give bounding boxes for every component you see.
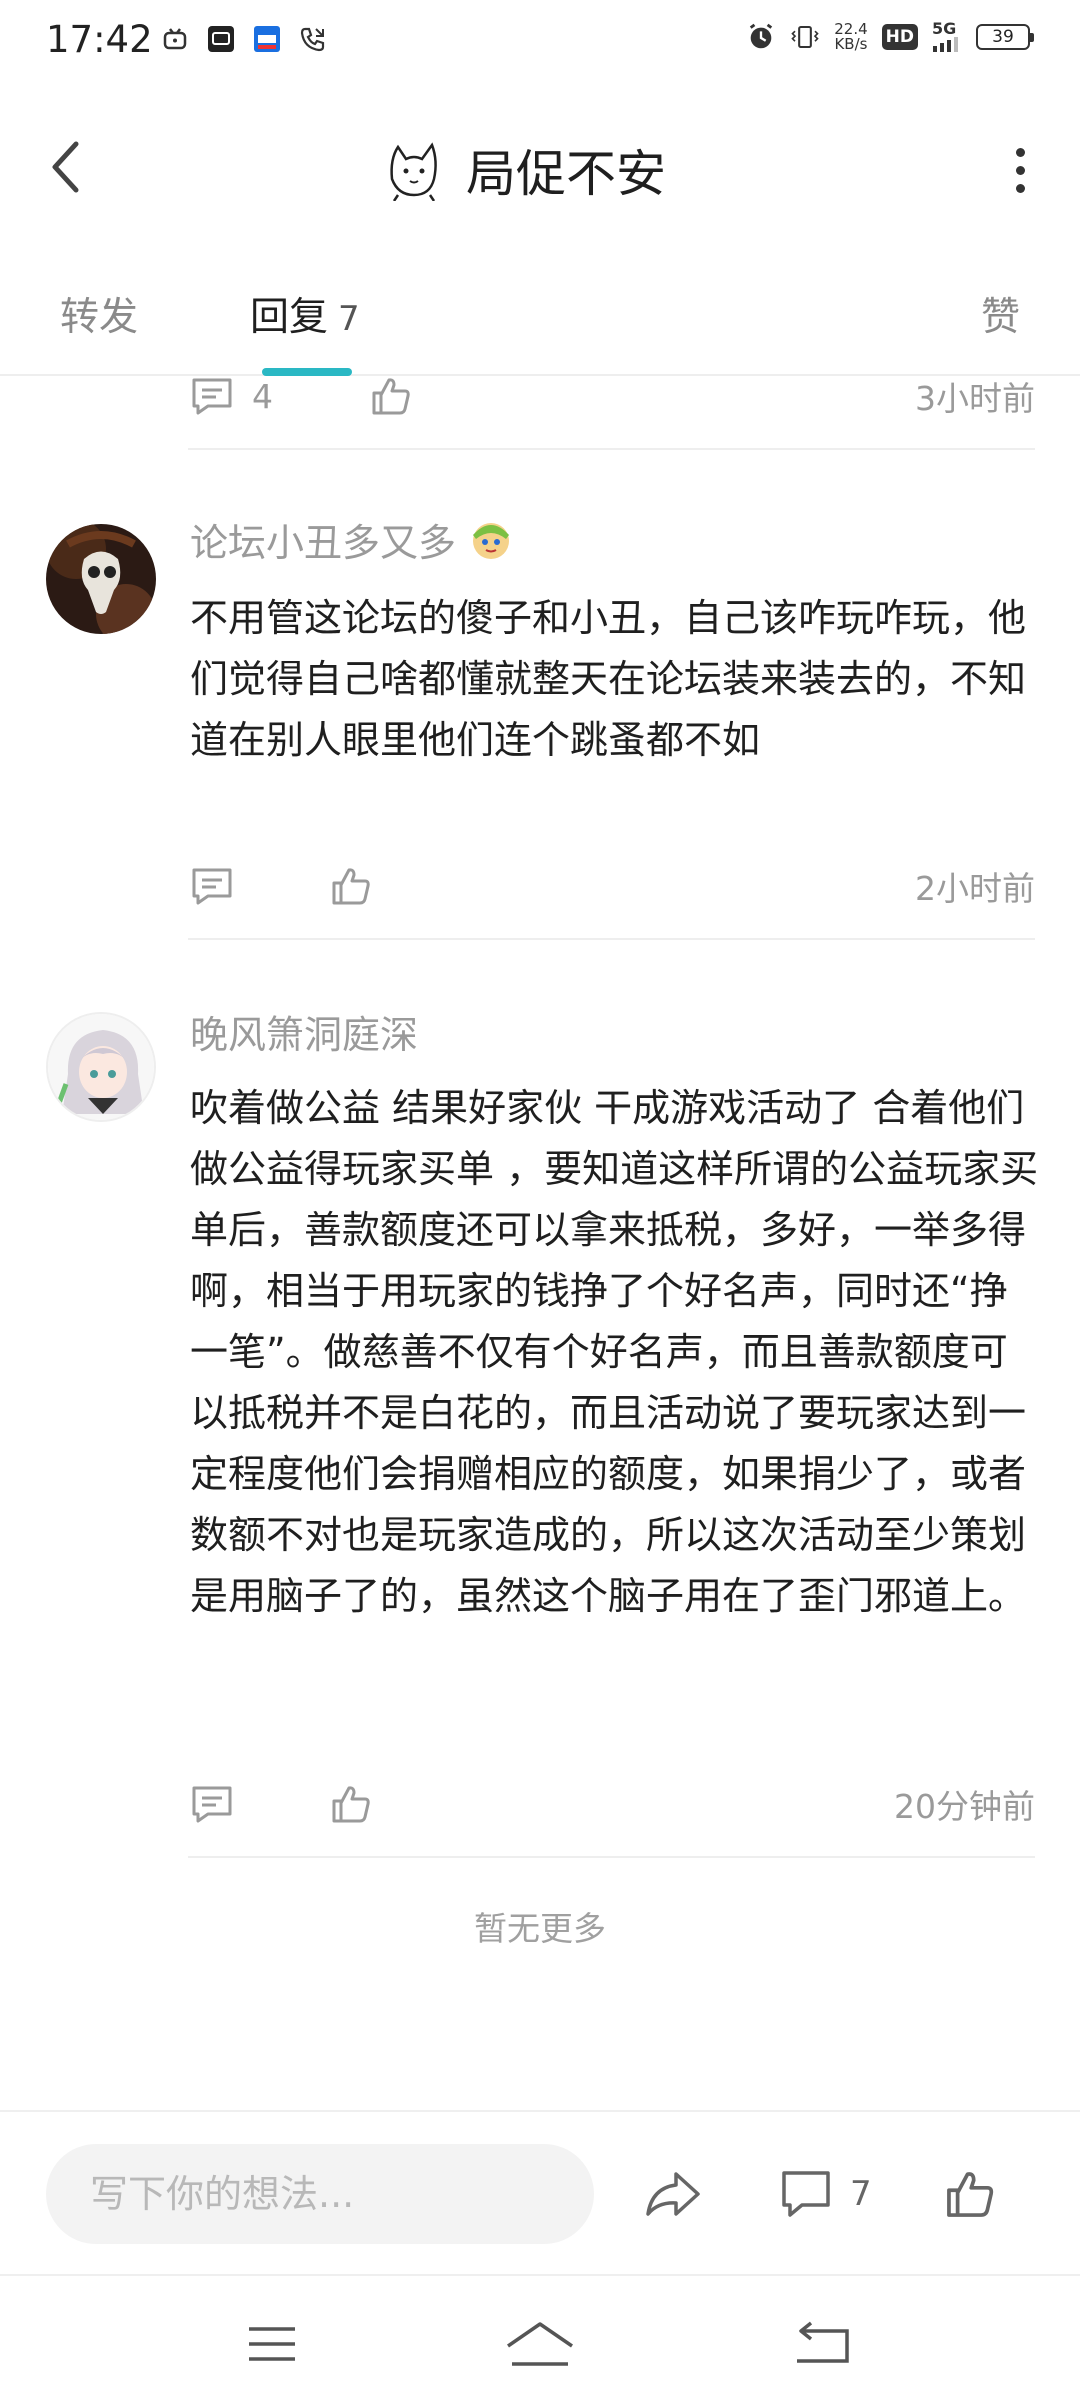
- home-button[interactable]: [500, 2314, 580, 2374]
- system-back-button[interactable]: [782, 2314, 862, 2374]
- tab-forward-label: 转发: [60, 295, 139, 340]
- app-icon: [206, 24, 236, 54]
- username[interactable]: 论坛小丑多又多: [190, 512, 456, 567]
- reply-button[interactable]: 4: [190, 366, 273, 426]
- menu-icon: [249, 2327, 295, 2361]
- comment-text: 不用管这论坛的傻子和小丑，自己该咋玩咋玩，他们觉得自己啥都懂就整天在论坛装来装去…: [190, 596, 1027, 762]
- like-post-button[interactable]: [944, 2152, 996, 2236]
- signal-bars-icon: [933, 37, 958, 52]
- anime-girl-avatar: [48, 1014, 154, 1120]
- divider: [188, 938, 1035, 940]
- username[interactable]: 晚风箫洞庭深: [190, 1004, 418, 1059]
- phone-call-icon: [298, 24, 328, 54]
- thumb-up-icon: [372, 378, 410, 415]
- battery-level: 39: [992, 27, 1014, 47]
- header: 局促不安: [0, 84, 1080, 254]
- comment-username-row: 晚风箫洞庭深: [190, 1004, 418, 1059]
- thumb-up-icon: [332, 868, 370, 905]
- recent-apps-button[interactable]: [232, 2314, 312, 2374]
- zhihu-app-icon: [252, 24, 282, 54]
- battery-icon: 39: [976, 24, 1034, 50]
- more-options-button[interactable]: [1000, 140, 1040, 200]
- comment-time: 3小时前: [915, 379, 1035, 418]
- comments-button[interactable]: 7: [780, 2152, 872, 2236]
- comment-input[interactable]: 写下你的想法...: [46, 2144, 594, 2244]
- signal-indicator: 5G: [932, 19, 962, 52]
- comment-username-row: 论坛小丑多又多: [190, 512, 514, 567]
- back-arrow-icon: [52, 141, 79, 193]
- tab-reply-count: 7: [338, 299, 360, 339]
- comment-icon: [192, 378, 232, 415]
- comment-time: 20分钟前: [894, 1787, 1035, 1826]
- comment-actions: 4 3小时前: [190, 366, 1035, 426]
- system-nav-bar: [0, 2274, 1080, 2400]
- status-time: 17:42: [46, 18, 153, 61]
- more-vertical-icon: [1015, 147, 1025, 157]
- comment-time: 2小时前: [915, 869, 1035, 908]
- vibrate-icon: [790, 22, 820, 52]
- share-button[interactable]: [644, 2152, 702, 2236]
- divider: [188, 448, 1035, 450]
- more-vertical-icon-dot: [1015, 165, 1025, 175]
- comment-text: 吹着做公益 结果好家伙 干成游戏活动了 合着他们做公益得玩家买单 ，要知道这样所…: [190, 1086, 1039, 1618]
- comment-icon: [192, 1786, 232, 1823]
- network-speed-unit: KB/s: [834, 35, 868, 53]
- network-type: 5G: [932, 19, 957, 38]
- system-status: 22.4 KB/s HD 5G 39: [746, 19, 1034, 52]
- tab-like[interactable]: 赞: [981, 286, 1020, 342]
- page-title: 局促不安: [466, 145, 666, 203]
- comments-count: 7: [850, 2174, 872, 2214]
- no-more-text: 暂无更多: [474, 1909, 606, 1948]
- alarm-icon: [746, 22, 776, 52]
- thumb-up-icon: [332, 1786, 370, 1823]
- network-speed: 22.4 KB/s: [834, 22, 867, 52]
- tab-forward[interactable]: 转发: [60, 286, 138, 342]
- reply-button[interactable]: [190, 856, 234, 916]
- comment-icon: [192, 868, 232, 905]
- cat-avatar-icon[interactable]: [384, 139, 444, 201]
- return-icon: [797, 2321, 849, 2363]
- emoji-badge-icon: [473, 522, 510, 559]
- like-button[interactable]: [370, 366, 412, 426]
- home-icon: [507, 2322, 573, 2366]
- tab-reply[interactable]: 回复 7: [250, 286, 360, 342]
- share-icon: [646, 2172, 700, 2216]
- comment-actions: 20分钟前: [190, 1774, 1035, 1834]
- tv-app-icon: [160, 24, 190, 54]
- more-vertical-icon-dot: [1015, 183, 1025, 193]
- status-bar: 17:42 22.4 KB/s HD 5G 39: [0, 0, 1080, 84]
- thumb-up-icon: [947, 2172, 994, 2217]
- comment-actions: 2小时前: [190, 856, 1035, 916]
- notification-icons: [160, 24, 328, 54]
- masked-figure-avatar: [46, 524, 156, 634]
- comment-count: 4: [252, 376, 273, 416]
- reply-button[interactable]: [190, 1774, 234, 1834]
- comment-icon: [782, 2171, 830, 2217]
- hd-badge: HD: [881, 24, 918, 50]
- like-button[interactable]: [330, 1774, 372, 1834]
- avatar[interactable]: [46, 1012, 156, 1122]
- divider: [188, 1856, 1035, 1858]
- back-button[interactable]: [40, 132, 90, 202]
- bottom-action-bar: 写下你的想法... 7: [0, 2110, 1080, 2274]
- header-title-group: 局促不安: [384, 134, 666, 206]
- like-button[interactable]: [330, 856, 372, 916]
- tab-reply-label: 回复: [250, 295, 329, 340]
- avatar[interactable]: [46, 524, 156, 634]
- tab-like-label: 赞: [980, 295, 1020, 340]
- tab-bar: 转发 回复 7 赞: [0, 254, 1080, 376]
